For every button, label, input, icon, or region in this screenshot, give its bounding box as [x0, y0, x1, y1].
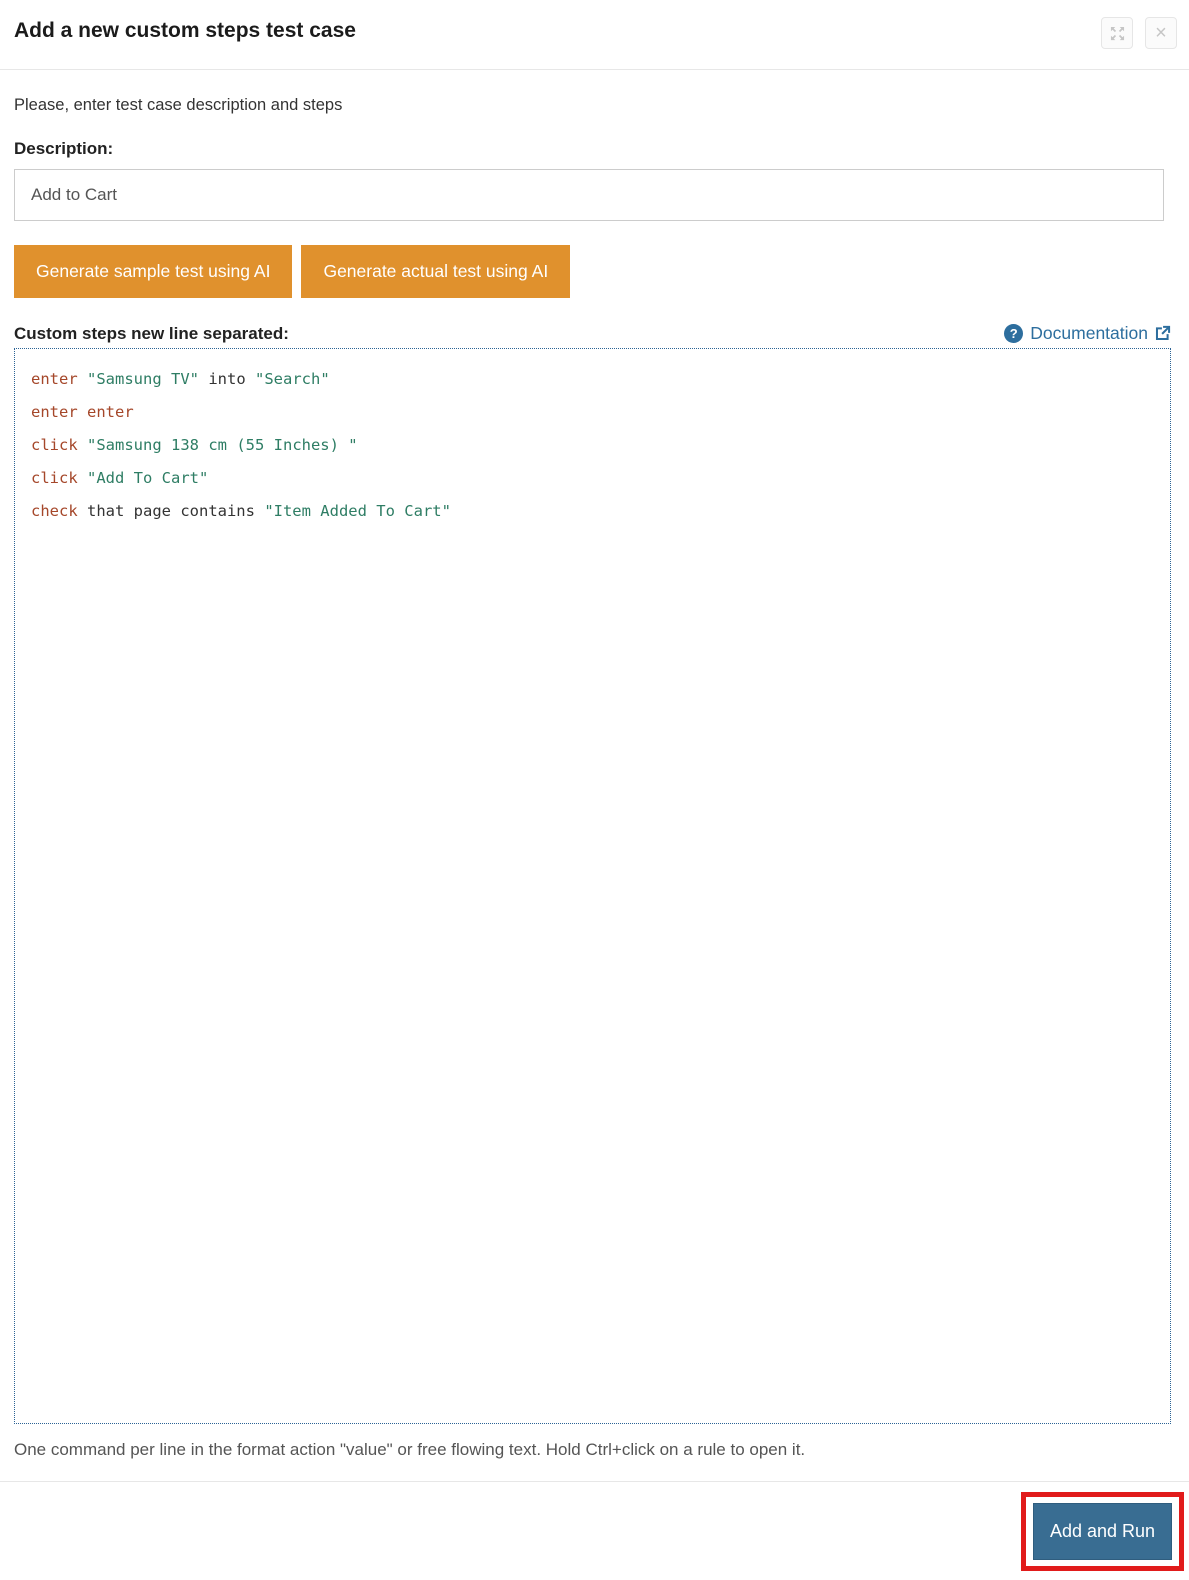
generate-button-row: Generate sample test using AI Generate a… — [14, 245, 1171, 298]
modal-body: Please, enter test case description and … — [0, 96, 1189, 1460]
steps-editor[interactable]: enter "Samsung TV" into "Search"enter en… — [14, 348, 1171, 1424]
external-link-icon — [1154, 325, 1171, 342]
code-line: enter "Samsung TV" into "Search" — [31, 363, 1154, 396]
code-line: check that page contains "Item Added To … — [31, 495, 1154, 528]
generate-actual-test-button[interactable]: Generate actual test using AI — [301, 245, 570, 298]
steps-header: Custom steps new line separated: ? Docum… — [14, 323, 1171, 344]
documentation-link[interactable]: ? Documentation — [1004, 323, 1171, 344]
close-icon: × — [1155, 23, 1167, 43]
code-line: click "Samsung 138 cm (55 Inches) " — [31, 429, 1154, 462]
generate-sample-test-button[interactable]: Generate sample test using AI — [14, 245, 292, 298]
help-icon: ? — [1004, 324, 1023, 343]
description-label: Description: — [14, 139, 1171, 159]
expand-icon — [1110, 26, 1125, 41]
modal-footer: Add and Run — [0, 1482, 1189, 1571]
header-actions: × — [1101, 17, 1177, 49]
code-line: click "Add To Cart" — [31, 462, 1154, 495]
add-and-run-button[interactable]: Add and Run — [1033, 1503, 1172, 1560]
expand-button[interactable] — [1101, 17, 1133, 49]
editor-hint-text: One command per line in the format actio… — [14, 1440, 1171, 1460]
modal-title: Add a new custom steps test case — [14, 17, 356, 45]
custom-steps-label: Custom steps new line separated: — [14, 324, 289, 344]
modal-header: Add a new custom steps test case × — [0, 0, 1189, 70]
code-line: enter enter — [31, 396, 1154, 429]
close-button[interactable]: × — [1145, 17, 1177, 49]
red-highlight-annotation: Add and Run — [1021, 1492, 1184, 1571]
description-input[interactable] — [14, 169, 1164, 221]
instruction-text: Please, enter test case description and … — [14, 96, 1171, 115]
documentation-link-label: Documentation — [1030, 323, 1148, 344]
add-test-case-modal: { "modal": { "title": "Add a new custom … — [0, 0, 1189, 1580]
